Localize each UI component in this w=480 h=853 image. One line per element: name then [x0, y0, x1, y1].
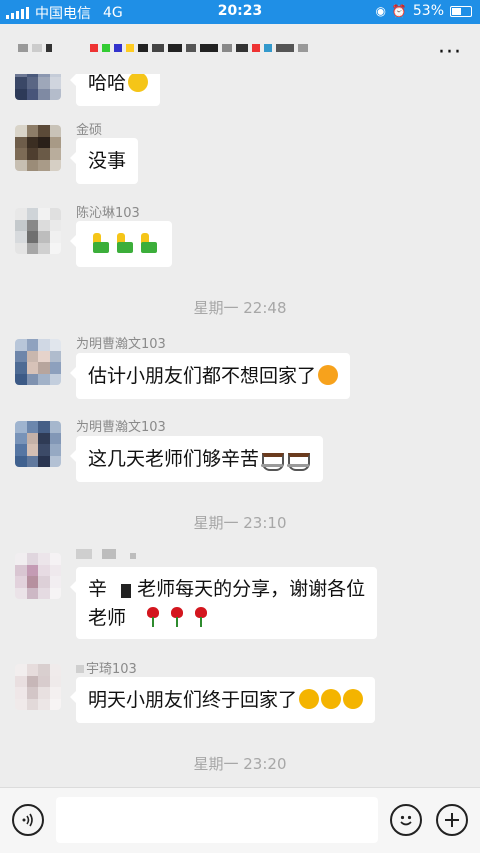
avatar[interactable]: [15, 553, 61, 599]
coffee-icon: [287, 448, 311, 471]
smiley-face-icon: [400, 815, 412, 826]
rose-icon: [190, 607, 212, 627]
voice-wave-icon: [22, 813, 33, 827]
sender-name-redacted: [76, 548, 137, 563]
more-icon[interactable]: ···: [438, 40, 462, 65]
message-bubble[interactable]: 哈哈: [69, 74, 161, 106]
voice-icon[interactable]: [12, 804, 44, 836]
timestamp: 星期一 23:20: [193, 755, 287, 773]
alarm-icon: ⏰: [391, 4, 407, 18]
sender-name-text: 宇琦103: [86, 662, 137, 677]
avatar[interactable]: [15, 74, 61, 100]
shy-emoji-icon: [299, 689, 320, 709]
rotation-lock-icon: ◉: [375, 4, 386, 18]
message-bubble[interactable]: 这几天老师们够辛苦: [69, 436, 324, 482]
grin-emoji-icon: [128, 74, 149, 92]
coffee-icon: [261, 448, 285, 471]
message-text: 辛: [88, 578, 108, 600]
sender-name: 为明曹瀚文103: [76, 420, 166, 435]
rose-icon: [166, 607, 188, 627]
status-bar: 中国电信 4G 20:23 ◉ ⏰ 53%: [0, 0, 480, 24]
message-bubble[interactable]: 没事: [69, 138, 139, 184]
message-text: 明天小朋友们终于回家了: [88, 689, 298, 711]
rose-icon: [142, 607, 164, 627]
thumbs-up-icon: [138, 233, 160, 253]
plus-sign-icon: [445, 813, 459, 827]
shy-emoji-icon: [343, 689, 364, 709]
thumbs-up-icon: [114, 233, 136, 253]
chat-header: ···: [0, 24, 480, 74]
redaction-block: [121, 584, 132, 598]
message-bubble[interactable]: 明天小朋友们终于回家了: [69, 677, 376, 723]
message-text: 老师每天的分享，谢谢各位: [137, 578, 366, 600]
sender-name: 为明曹瀚文103: [76, 337, 166, 352]
chat-message-list[interactable]: 哈哈 金硕 没事 陈沁琳103 星期一 22:48 为明曹瀚文103 估计小朋友…: [0, 74, 480, 787]
avatar[interactable]: [15, 125, 61, 171]
avatar[interactable]: [15, 664, 61, 710]
message-text: 这几天老师们够辛苦: [88, 448, 260, 470]
battery-icon: [450, 5, 472, 17]
redaction-block: [107, 578, 122, 598]
emoji-icon[interactable]: [390, 804, 422, 836]
message-bubble[interactable]: 辛 老师每天的分享，谢谢各位 老师: [69, 567, 378, 639]
avatar[interactable]: [15, 208, 61, 254]
shy-emoji-icon: [321, 689, 342, 709]
avatar[interactable]: [15, 421, 61, 467]
battery-percent: 53%: [412, 3, 444, 19]
plus-icon[interactable]: [436, 804, 468, 836]
avatar[interactable]: [15, 339, 61, 385]
timestamp: 星期一 23:10: [193, 514, 287, 532]
input-bar: [0, 787, 480, 853]
message-bubble[interactable]: 估计小朋友们都不想回家了: [69, 353, 351, 399]
message-text: 老师: [88, 607, 127, 629]
status-time: 20:23: [217, 3, 263, 19]
sender-name: 宇琦103: [76, 658, 137, 677]
message-text: 哈哈: [88, 74, 127, 94]
wink-emoji-icon: [318, 365, 339, 385]
sender-name: 陈沁琳103: [76, 206, 140, 221]
redaction-block: [126, 607, 135, 627]
message-text: 没事: [88, 150, 127, 172]
message-input[interactable]: [56, 797, 378, 843]
thumbs-up-icon: [90, 233, 112, 253]
message-text: 估计小朋友们都不想回家了: [88, 365, 317, 387]
sender-name: 金硕: [76, 123, 103, 138]
message-bubble[interactable]: [70, 221, 172, 267]
timestamp: 星期一 22:48: [193, 299, 287, 317]
chat-title-redacted: [18, 44, 308, 52]
